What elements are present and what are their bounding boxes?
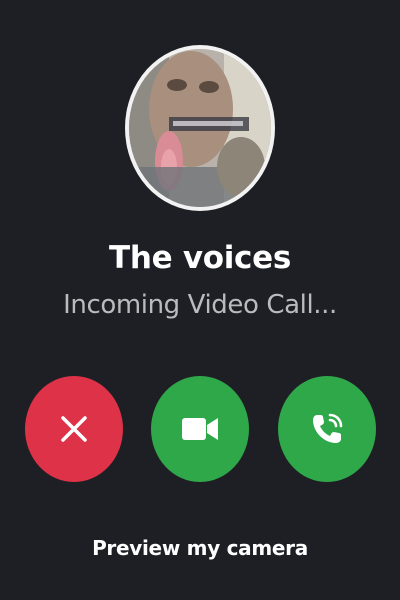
video-camera-icon [182,418,218,440]
call-status: Incoming Video Call... [63,290,337,320]
phone-icon [313,413,343,443]
caller-avatar [129,49,271,207]
caller-avatar-ring [125,45,275,211]
caller-name: The voices [108,240,292,276]
preview-camera-link[interactable]: Preview my camera [0,536,400,560]
accept-video-call-button[interactable] [151,376,249,482]
avatar-image [129,49,271,207]
accept-voice-call-button[interactable] [278,376,376,482]
incoming-call-screen: The voices Incoming Video Call... Previe… [0,0,400,600]
close-icon [61,416,87,442]
decline-call-button[interactable] [25,376,123,482]
